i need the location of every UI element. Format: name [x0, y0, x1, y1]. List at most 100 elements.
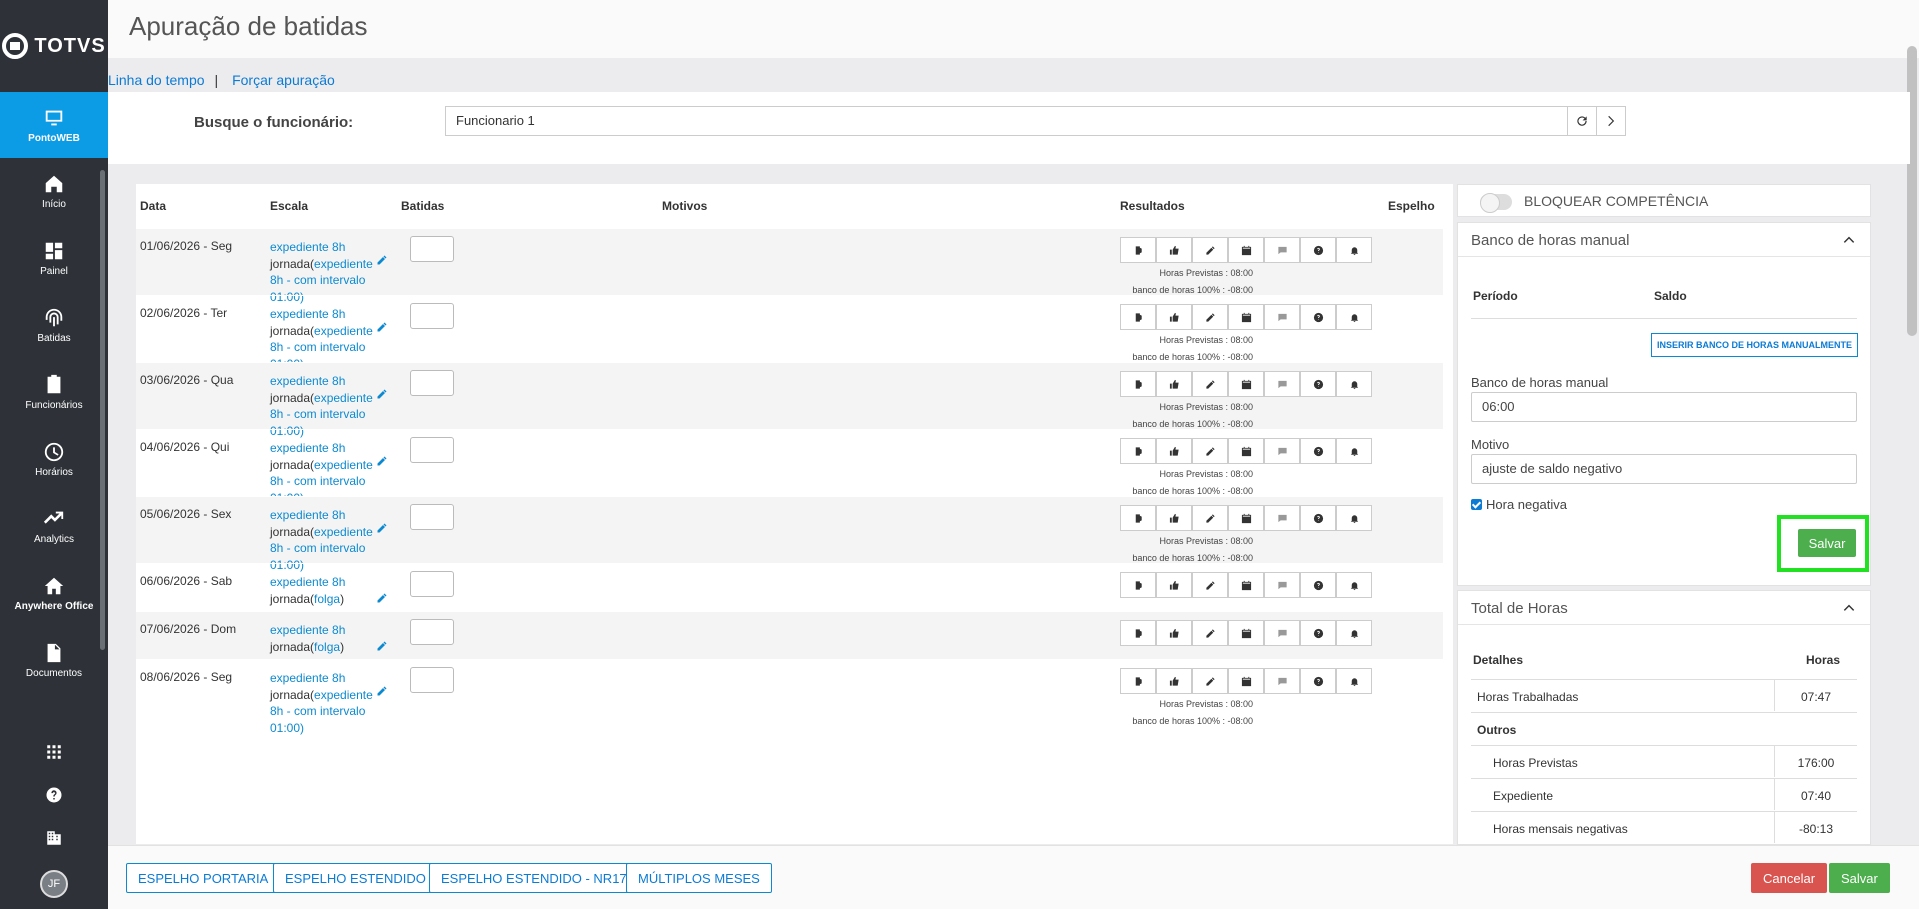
pencil-action-button[interactable] [1192, 237, 1228, 263]
edit-escala-icon[interactable] [376, 321, 388, 333]
comment-action-button[interactable] [1264, 505, 1300, 531]
batida-input[interactable] [410, 437, 454, 463]
edit-escala-icon[interactable] [376, 522, 388, 534]
jornada-link[interactable]: expediente [314, 257, 373, 271]
jornada-link[interactable]: folga [314, 592, 340, 606]
calendar-action-button[interactable] [1228, 371, 1264, 397]
question-action-button[interactable] [1300, 371, 1336, 397]
door-action-button[interactable] [1120, 304, 1156, 330]
banco-horas-input[interactable]: 06:00 [1471, 392, 1857, 422]
pencil-action-button[interactable] [1192, 505, 1228, 531]
comment-action-button[interactable] [1264, 237, 1300, 263]
table-scrollbar[interactable] [1443, 184, 1453, 844]
bell-action-button[interactable] [1336, 371, 1372, 397]
jornada-link[interactable]: expediente [314, 458, 373, 472]
jornada-link[interactable]: 8h - com intervalo [270, 340, 365, 354]
comment-action-button[interactable] [1264, 438, 1300, 464]
bell-action-button[interactable] [1336, 620, 1372, 646]
jornada-link[interactable]: 8h - com intervalo [270, 407, 365, 421]
jornada-link[interactable]: expediente [314, 525, 373, 539]
comment-action-button[interactable] [1264, 620, 1300, 646]
escala-link[interactable]: expediente 8h [270, 575, 345, 589]
apps-grid-button[interactable] [0, 730, 108, 773]
sidebar-item-pontoweb[interactable]: PontoWEB [0, 92, 108, 158]
thumbs-up-action-button[interactable] [1156, 438, 1192, 464]
espelho-portaria-button[interactable]: ESPELHO PORTARIA [126, 863, 281, 893]
door-action-button[interactable] [1120, 668, 1156, 694]
edit-escala-icon[interactable] [376, 254, 388, 266]
calendar-action-button[interactable] [1228, 620, 1264, 646]
escala-link[interactable]: expediente 8h [270, 623, 345, 637]
thumbs-up-action-button[interactable] [1156, 620, 1192, 646]
comment-action-button[interactable] [1264, 572, 1300, 598]
bell-action-button[interactable] [1336, 505, 1372, 531]
espelho-estendido-nr17-button[interactable]: ESPELHO ESTENDIDO - NR17 [429, 863, 639, 893]
edit-escala-icon[interactable] [376, 455, 388, 467]
pencil-action-button[interactable] [1192, 371, 1228, 397]
calendar-action-button[interactable] [1228, 505, 1264, 531]
escala-link[interactable]: expediente 8h [270, 508, 345, 522]
multiplos-meses-button[interactable]: MÚLTIPLOS MESES [626, 863, 772, 893]
comment-action-button[interactable] [1264, 371, 1300, 397]
motivo-input[interactable]: ajuste de saldo negativo [1471, 454, 1857, 484]
door-action-button[interactable] [1120, 505, 1156, 531]
thumbs-up-action-button[interactable] [1156, 304, 1192, 330]
refresh-button[interactable] [1567, 106, 1597, 136]
calendar-action-button[interactable] [1228, 237, 1264, 263]
calendar-action-button[interactable] [1228, 304, 1264, 330]
cancel-button[interactable]: Cancelar [1751, 863, 1828, 893]
escala-link[interactable]: expediente 8h [270, 307, 345, 321]
salvar-banco-button[interactable]: Salvar [1798, 529, 1856, 557]
edit-escala-icon[interactable] [376, 592, 388, 604]
jornada-link[interactable]: expediente [314, 688, 373, 702]
employee-search-input[interactable]: Funcionario 1 [445, 106, 1568, 136]
batida-input[interactable] [410, 571, 454, 597]
pencil-action-button[interactable] [1192, 438, 1228, 464]
question-action-button[interactable] [1300, 668, 1336, 694]
chevron-up-icon[interactable] [1842, 233, 1856, 247]
save-button[interactable]: Salvar [1829, 863, 1890, 893]
jornada-link[interactable]: folga [314, 640, 340, 654]
jornada-link[interactable]: 8h - com intervalo [270, 474, 365, 488]
escala-link[interactable]: expediente 8h [270, 441, 345, 455]
batida-input[interactable] [410, 619, 454, 645]
door-action-button[interactable] [1120, 438, 1156, 464]
comment-action-button[interactable] [1264, 304, 1300, 330]
sidebar-scrollbar[interactable] [100, 170, 105, 650]
chevron-up-icon[interactable] [1842, 601, 1856, 615]
edit-escala-icon[interactable] [376, 388, 388, 400]
question-action-button[interactable] [1300, 304, 1336, 330]
door-action-button[interactable] [1120, 371, 1156, 397]
next-employee-button[interactable] [1596, 106, 1626, 136]
force-apuracao-link[interactable]: Forçar apuração [232, 72, 335, 88]
sidebar-item-batidas[interactable]: Batidas [0, 292, 108, 359]
timeline-link[interactable]: Linha do tempo [108, 72, 205, 88]
edit-escala-icon[interactable] [376, 685, 388, 697]
jornada-link[interactable]: 8h - com intervalo [270, 541, 365, 555]
user-menu[interactable]: JF [0, 859, 108, 909]
jornada-link[interactable]: expediente [314, 391, 373, 405]
escala-link[interactable]: expediente 8h [270, 240, 345, 254]
jornada-link[interactable]: 8h - com intervalo [270, 273, 365, 287]
calendar-action-button[interactable] [1228, 572, 1264, 598]
sidebar-item-analytics[interactable]: Analytics [0, 493, 108, 560]
pencil-action-button[interactable] [1192, 572, 1228, 598]
bell-action-button[interactable] [1336, 438, 1372, 464]
sidebar-item-horarios[interactable]: Horários [0, 426, 108, 493]
door-action-button[interactable] [1120, 237, 1156, 263]
question-action-button[interactable] [1300, 237, 1336, 263]
batida-input[interactable] [410, 303, 454, 329]
question-action-button[interactable] [1300, 620, 1336, 646]
sidebar-item-documentos[interactable]: Documentos [0, 627, 108, 694]
sidebar-item-anywhere-office[interactable]: Anywhere Office [0, 560, 108, 627]
pencil-action-button[interactable] [1192, 668, 1228, 694]
page-scrollbar[interactable] [1907, 46, 1917, 336]
jornada-link[interactable]: 8h - com intervalo [270, 704, 365, 718]
door-action-button[interactable] [1120, 572, 1156, 598]
pencil-action-button[interactable] [1192, 304, 1228, 330]
thumbs-up-action-button[interactable] [1156, 572, 1192, 598]
bell-action-button[interactable] [1336, 304, 1372, 330]
bell-action-button[interactable] [1336, 668, 1372, 694]
thumbs-up-action-button[interactable] [1156, 505, 1192, 531]
door-action-button[interactable] [1120, 620, 1156, 646]
